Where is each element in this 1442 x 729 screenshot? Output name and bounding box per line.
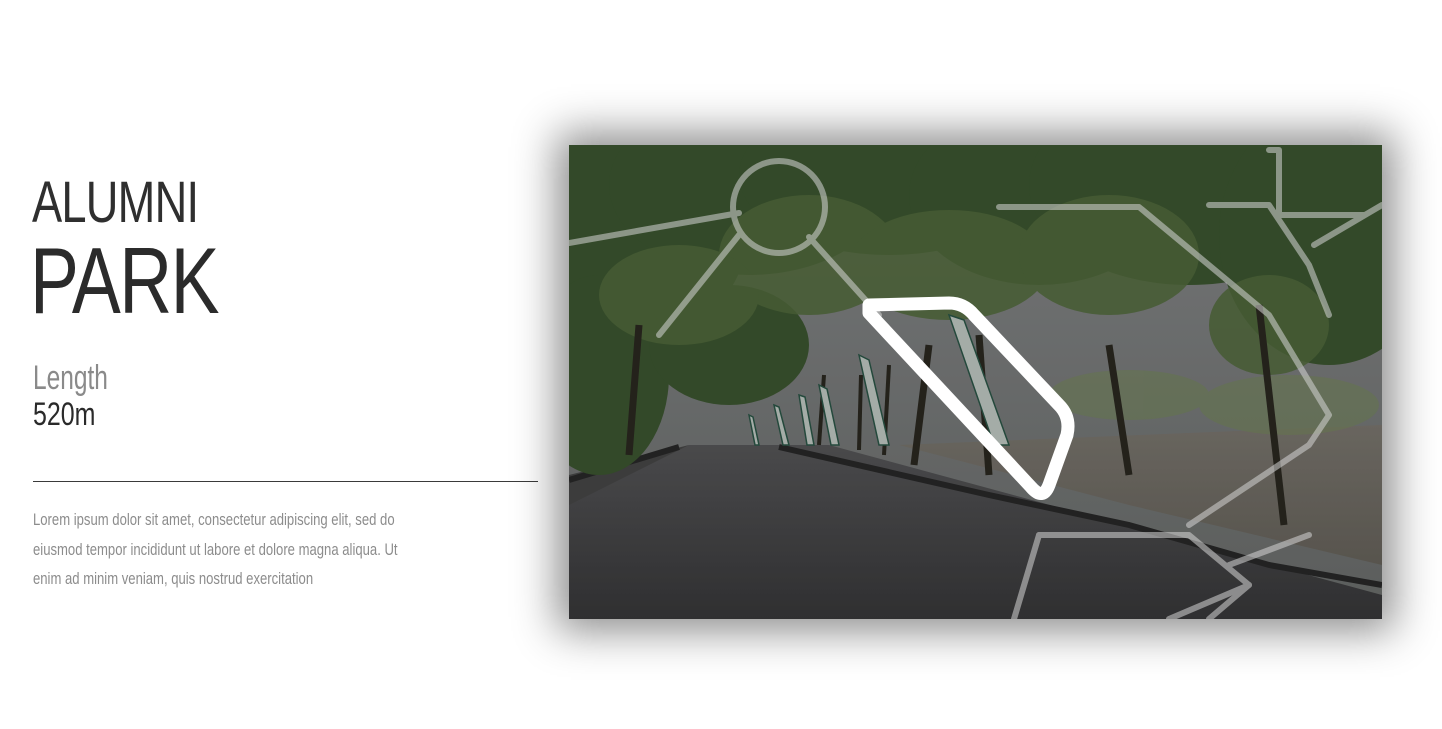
- divider: [33, 481, 538, 482]
- park-photo: [569, 145, 1382, 619]
- description-text: Lorem ipsum dolor sit amet, consectetur …: [33, 510, 398, 588]
- title-line-1: ALUMNI: [32, 170, 199, 235]
- park-photo-illustration: [569, 145, 1382, 619]
- park-info-page: ALUMNI PARK Length 520m Lorem ipsum dolo…: [0, 0, 1442, 729]
- title-line-2: PARK: [30, 228, 220, 333]
- length-label: Length: [33, 359, 108, 397]
- length-value: 520m: [33, 396, 96, 432]
